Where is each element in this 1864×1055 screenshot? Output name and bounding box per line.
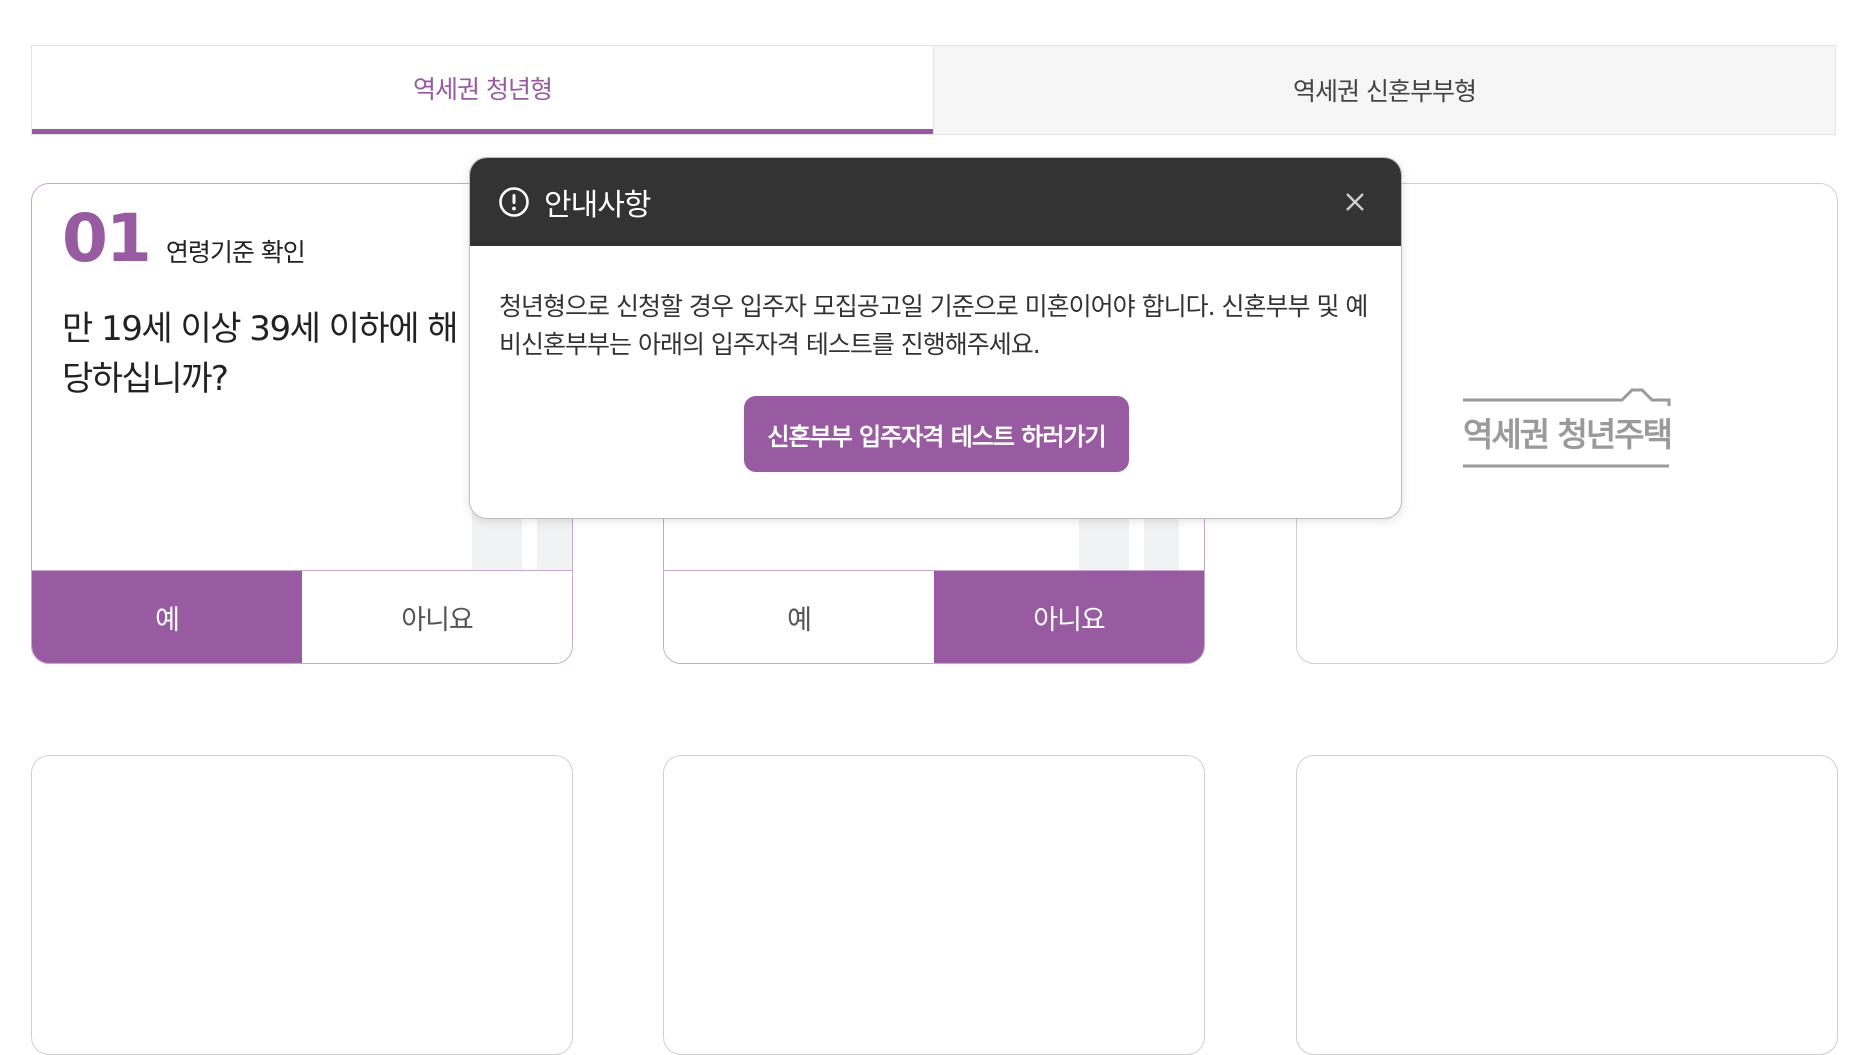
question-text: 만 19세 이상 39세 이하에 해당하십니까? (62, 309, 459, 399)
step-number: 01 (62, 200, 152, 277)
answer-group: 예 아니요 (32, 570, 572, 663)
tab-bar: 역세권 청년형 역세권 신혼부부형 (31, 45, 1836, 135)
question-card (31, 755, 573, 1055)
question-card (1296, 755, 1838, 1055)
modal-title: 안내사항 (544, 188, 651, 223)
modal-header: 안내사항 (470, 158, 1401, 246)
yes-button[interactable]: 예 (32, 571, 302, 663)
building-decoration (1079, 511, 1129, 571)
exclamation-circle-icon (498, 186, 530, 218)
step-label: 연령기준 확인 (165, 238, 306, 267)
newlywed-test-button[interactable]: 신혼부부 입주자격 테스트 하러가기 (744, 396, 1129, 472)
answer-group: 예 아니요 (664, 570, 1204, 663)
station-youth-housing-logo: 역세권 청년주택 (1457, 374, 1677, 474)
logo-text: 역세권 청년주택 (1462, 415, 1673, 454)
yes-button[interactable]: 예 (664, 571, 934, 663)
notice-modal: 안내사항 청년형으로 신청할 경우 입주자 모집공고일 기준으로 미혼이어야 합… (469, 157, 1402, 519)
step-header: 01 연령기준 확인 (62, 200, 306, 277)
building-decoration (1144, 511, 1179, 571)
no-button[interactable]: 아니요 (934, 571, 1204, 663)
tab-youth-type[interactable]: 역세권 청년형 (32, 46, 933, 134)
tab-newlywed-type[interactable]: 역세권 신혼부부형 (933, 46, 1835, 134)
no-button[interactable]: 아니요 (302, 571, 572, 663)
question-card (663, 755, 1205, 1055)
close-icon[interactable] (1337, 184, 1373, 220)
modal-message: 청년형으로 신청할 경우 입주자 모집공고일 기준으로 미혼이어야 합니다. 신… (499, 292, 1368, 359)
